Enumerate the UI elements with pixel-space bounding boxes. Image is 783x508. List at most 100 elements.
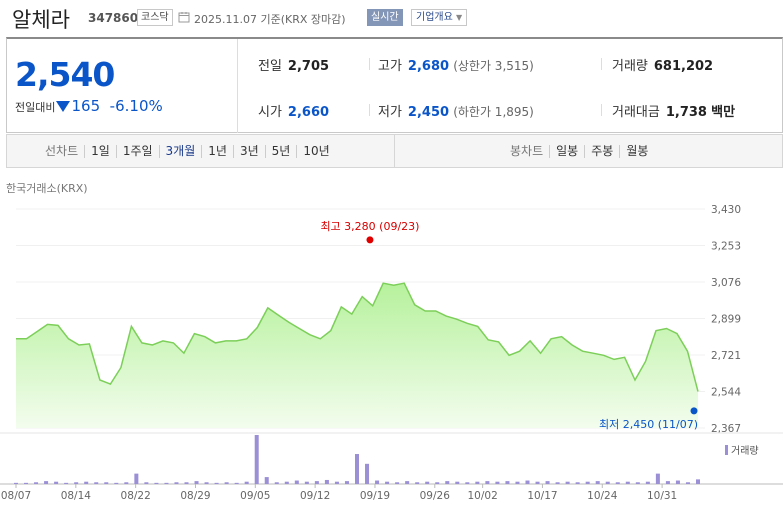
x-tick-label: 09/26 (420, 490, 451, 502)
volume-bar (635, 482, 640, 484)
volume-bar (445, 481, 450, 484)
divider (369, 58, 370, 70)
tab-daily[interactable]: 일봉 (549, 145, 584, 158)
x-tick-label: 10/17 (527, 490, 557, 502)
volume-bar (134, 473, 139, 484)
volume-bar (204, 482, 209, 484)
calendar-icon (178, 12, 190, 23)
realtime-button[interactable]: 실시간 (367, 9, 403, 26)
price-chart[interactable]: 3,4303,2533,0762,8992,7212,5442,367 최고 3… (0, 195, 783, 508)
tab-monthly[interactable]: 월봉 (619, 145, 654, 158)
prev-close-cell: 전일 2,705 (258, 55, 329, 74)
tab-1w[interactable]: 1주일 (115, 145, 159, 158)
high-cell: 고가 2,680 (상한가 3,515) (378, 55, 534, 74)
market-badge: 코스닥 (137, 9, 173, 26)
date-text: 2025.11.07 기준(KRX 장마감) (194, 13, 346, 26)
low-cell: 저가 2,450 (하한가 1,895) (378, 101, 534, 120)
volume-bar (334, 481, 339, 484)
down-arrow-icon (56, 101, 71, 112)
y-tick-label: 3,430 (711, 204, 741, 216)
volume-bar (314, 481, 319, 484)
volume-bar (74, 482, 79, 484)
volume-bar (645, 481, 650, 484)
volume-bar (344, 481, 349, 484)
tab-3m[interactable]: 3개월 (158, 145, 202, 158)
volume-bar (324, 479, 329, 484)
volume-bar (505, 481, 510, 484)
stock-code: 347860 (88, 11, 139, 25)
volume-bar (485, 481, 490, 484)
tab-5y[interactable]: 5년 (264, 145, 297, 158)
y-tick-label: 2,544 (711, 387, 741, 399)
low-label: 저가 (378, 105, 402, 120)
tab-10y[interactable]: 10년 (296, 145, 335, 158)
trade-value-cell: 거래대금 1,738 백만 (612, 101, 735, 120)
volume-bar (675, 480, 680, 484)
volume-bar (475, 481, 480, 484)
x-tick-label: 10/24 (587, 490, 618, 502)
volume-legend-swatch (725, 445, 728, 455)
volume-bar (34, 482, 39, 484)
volume-bar (415, 482, 420, 484)
volume-bar (14, 482, 18, 484)
x-tick-label: 10/31 (647, 490, 677, 502)
volume-bar (264, 477, 269, 484)
prev-close-value: 2,705 (287, 59, 330, 74)
volume-bar (24, 482, 29, 484)
volume-bar (224, 482, 229, 484)
exchange-label: 한국거래소(KRX) (6, 182, 88, 195)
open-label: 시가 (258, 105, 282, 120)
volume-bar (385, 481, 390, 484)
current-price: 2,540 (15, 55, 115, 94)
volume-bar (355, 454, 359, 484)
company-overview-button[interactable]: 기업개요 ▼ (411, 9, 468, 26)
lower-limit: (하한가 1,895) (453, 105, 534, 119)
tab-1y[interactable]: 1년 (201, 145, 233, 158)
volume-bar (535, 481, 540, 484)
volume-bar (184, 482, 189, 484)
volume-bar (685, 482, 690, 484)
volume-bars: 거래량 (0, 432, 783, 485)
x-axis: 08/07 08/14 08/22 08/29 09/05 09/12 09/19 09/26… (1, 484, 677, 502)
quote-panel: 2,540 전일대비 165 -6.10% 전일 2,705 고가 2,680 (상한… (6, 37, 783, 133)
volume-bar (274, 482, 279, 484)
trade-value: 1,738 (665, 105, 707, 120)
volume-bar (104, 482, 109, 484)
open-cell: 시가 2,660 (258, 101, 329, 120)
company-overview-label: 기업개요 (416, 12, 453, 23)
price-summary: 2,540 전일대비 165 -6.10% (7, 39, 238, 133)
change-percent: -6.10% (109, 97, 163, 115)
y-tick-label: 2,899 (711, 314, 741, 326)
price-change: 전일대비 165 -6.10% (15, 97, 163, 115)
volume-bar (605, 481, 610, 484)
volume-bar (194, 481, 199, 484)
volume-bar (625, 481, 630, 484)
volume-bar (405, 481, 410, 484)
divider (601, 58, 602, 70)
divider (369, 104, 370, 116)
trade-value-label: 거래대금 (612, 105, 660, 120)
change-label: 전일대비 (15, 101, 56, 114)
volume-bar (164, 482, 169, 484)
low-label: 최저 2,450 (11/07) (599, 418, 698, 431)
x-tick-label: 08/14 (61, 490, 92, 502)
x-tick-label: 09/19 (360, 490, 390, 502)
volume-bar (94, 482, 99, 484)
tab-3y[interactable]: 3년 (232, 145, 265, 158)
tab-1d[interactable]: 1일 (84, 145, 116, 158)
stock-name: 알체라 (12, 8, 70, 32)
divider (394, 135, 395, 167)
tab-weekly[interactable]: 주봉 (584, 145, 619, 158)
volume-bar (525, 480, 530, 484)
volume-bar (515, 481, 520, 484)
volume-bar (254, 435, 259, 484)
volume-bar (425, 481, 430, 484)
volume-bar (465, 482, 470, 484)
y-tick-label: 3,253 (711, 241, 741, 253)
volume-bar (375, 480, 380, 484)
x-tick-label: 09/05 (240, 490, 270, 502)
high-label: 고가 (378, 59, 402, 74)
volume-bar (545, 481, 550, 484)
high-marker (366, 236, 374, 244)
volume-bar (44, 481, 49, 484)
